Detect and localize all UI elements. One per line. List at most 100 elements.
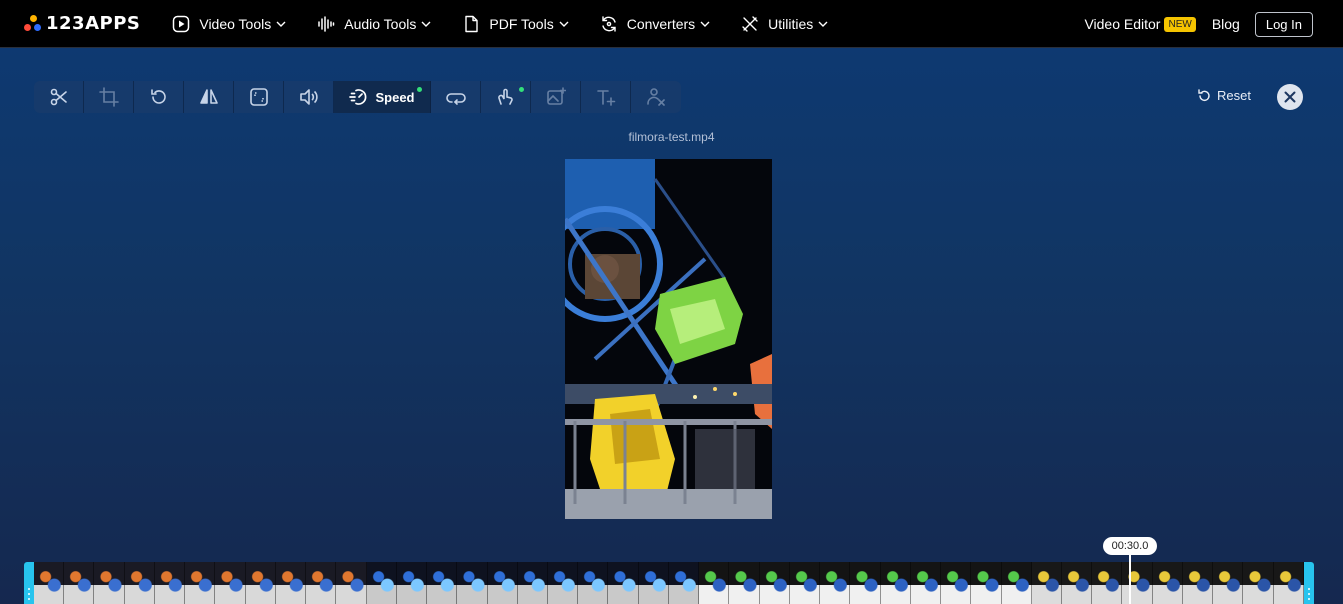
timeline-thumbnail: [1122, 562, 1153, 604]
waveform-icon: [316, 14, 336, 34]
chevron-down-icon: [700, 21, 710, 27]
timeline-thumbnail: [880, 562, 911, 604]
timeline-thumbnail: [1273, 562, 1304, 604]
file-name: filmora-test.mp4: [628, 130, 715, 144]
timeline-thumbnail: [215, 562, 246, 604]
timeline-thumbnail: [1061, 562, 1093, 604]
close-button[interactable]: [1277, 84, 1303, 110]
timeline-thumbnail: [1031, 562, 1062, 604]
speed-tool[interactable]: Speed: [334, 81, 431, 113]
timeline-thumbnail: [1243, 562, 1274, 604]
timeline-thumbnail: [608, 562, 639, 604]
timeline-thumbnail: [638, 562, 669, 604]
timeline-thumbnail: [789, 562, 821, 604]
timeline-thumbnail: [547, 562, 579, 604]
nav-utilities[interactable]: Utilities: [740, 14, 828, 34]
volume-icon: [299, 89, 318, 105]
add-image-tool[interactable]: [531, 81, 581, 113]
timeline-thumbnail: [154, 562, 186, 604]
timeline-thumbnail: [820, 562, 851, 604]
timeline-thumbnail: [759, 562, 790, 604]
crop-icon: [98, 87, 119, 107]
nav-converters[interactable]: Converters: [599, 14, 710, 34]
resize-tool[interactable]: [234, 81, 284, 113]
timeline-thumbnail: [668, 562, 700, 604]
timeline-thumbnail: [185, 562, 216, 604]
loop-tool[interactable]: [431, 81, 481, 113]
nav-video-tools[interactable]: Video Tools: [171, 14, 286, 34]
timeline-thumbnail: [517, 562, 548, 604]
main-nav: Video Tools Audio Tools PDF Tools Conver…: [171, 14, 858, 34]
timeline-thumbnail: [457, 562, 488, 604]
rotate-icon: [150, 89, 166, 104]
logo-text: 123APPS: [46, 13, 141, 34]
nav-pdf-tools[interactable]: PDF Tools: [461, 14, 569, 34]
remove-logo-tool[interactable]: [631, 81, 681, 113]
trim-handle-right[interactable]: [1304, 562, 1314, 604]
timeline-thumbnail: [366, 562, 397, 604]
nav-video-tools-label: Video Tools: [199, 15, 272, 32]
nav-converters-label: Converters: [626, 15, 696, 32]
top-navbar: 123APPS Video Tools Audio Tools PDF Tool…: [0, 0, 1343, 48]
document-icon: [461, 14, 481, 34]
right-nav: Video Editor NEW Blog Log In: [1084, 0, 1343, 48]
video-editor-link[interactable]: Video Editor NEW: [1084, 16, 1196, 32]
login-button[interactable]: Log In: [1254, 11, 1313, 37]
video-frame: [565, 159, 772, 519]
chevron-down-icon: [276, 21, 286, 27]
reset-icon: [1198, 88, 1210, 101]
timeline-thumbnail: [1182, 562, 1214, 604]
edit-toolbar: Speed: [34, 81, 681, 113]
logo-mark: [24, 14, 42, 33]
timeline-thumbnail: [427, 562, 458, 604]
nav-audio-tools-label: Audio Tools: [344, 15, 417, 32]
cut-tool[interactable]: [34, 81, 84, 113]
timeline-thumbnail: [94, 562, 125, 604]
chevron-down-icon: [559, 21, 569, 27]
add-image-icon: [546, 87, 566, 105]
nav-pdf-tools-label: PDF Tools: [489, 15, 554, 32]
stabilize-tool[interactable]: [481, 81, 531, 113]
rotate-tool[interactable]: [134, 81, 184, 113]
timeline-thumbnail: [1213, 562, 1244, 604]
timeline-thumbnail: [396, 562, 428, 604]
chevron-down-icon: [818, 21, 828, 27]
timeline[interactable]: [24, 562, 1314, 604]
volume-tool[interactable]: [284, 81, 334, 113]
close-icon: [1284, 91, 1296, 103]
timeline-thumbnail: [34, 562, 65, 604]
reset-label: Reset: [1217, 88, 1251, 103]
video-editor-label: Video Editor: [1084, 16, 1161, 32]
nav-audio-tools[interactable]: Audio Tools: [316, 14, 431, 34]
flip-tool[interactable]: [184, 81, 234, 113]
logo[interactable]: 123APPS: [24, 0, 140, 48]
add-text-icon: [596, 90, 615, 106]
timeline-thumbnail: [941, 562, 972, 604]
speed-label: Speed: [375, 89, 415, 105]
timeline-thumbnail: [729, 562, 760, 604]
trim-handle-left[interactable]: [24, 562, 34, 604]
blog-link[interactable]: Blog: [1212, 16, 1240, 32]
timeline-thumbnail: [124, 562, 155, 604]
timeline-thumbnail: [336, 562, 367, 604]
active-indicator-dot: [519, 87, 524, 92]
add-text-tool[interactable]: [581, 81, 631, 113]
timeline-thumbnail: [578, 562, 609, 604]
timeline-thumbnail: [306, 562, 337, 604]
timeline-thumbnail: [699, 562, 730, 604]
reset-button[interactable]: Reset: [1197, 88, 1251, 103]
timeline-thumbnail: [245, 562, 276, 604]
timeline-thumbnail: [487, 562, 518, 604]
video-preview[interactable]: [565, 159, 772, 519]
new-badge: NEW: [1164, 16, 1196, 32]
playhead[interactable]: [1129, 555, 1131, 604]
loop-icon: [445, 93, 466, 105]
nav-utilities-label: Utilities: [768, 15, 814, 32]
timeline-thumbnail: [971, 562, 1002, 604]
timeline-thumbnail: [1152, 562, 1183, 604]
chevron-down-icon: [421, 21, 431, 27]
crop-tool[interactable]: [84, 81, 134, 113]
speed-icon: [349, 89, 367, 105]
resize-icon: [249, 88, 268, 106]
timeline-thumbnail: [64, 562, 95, 604]
